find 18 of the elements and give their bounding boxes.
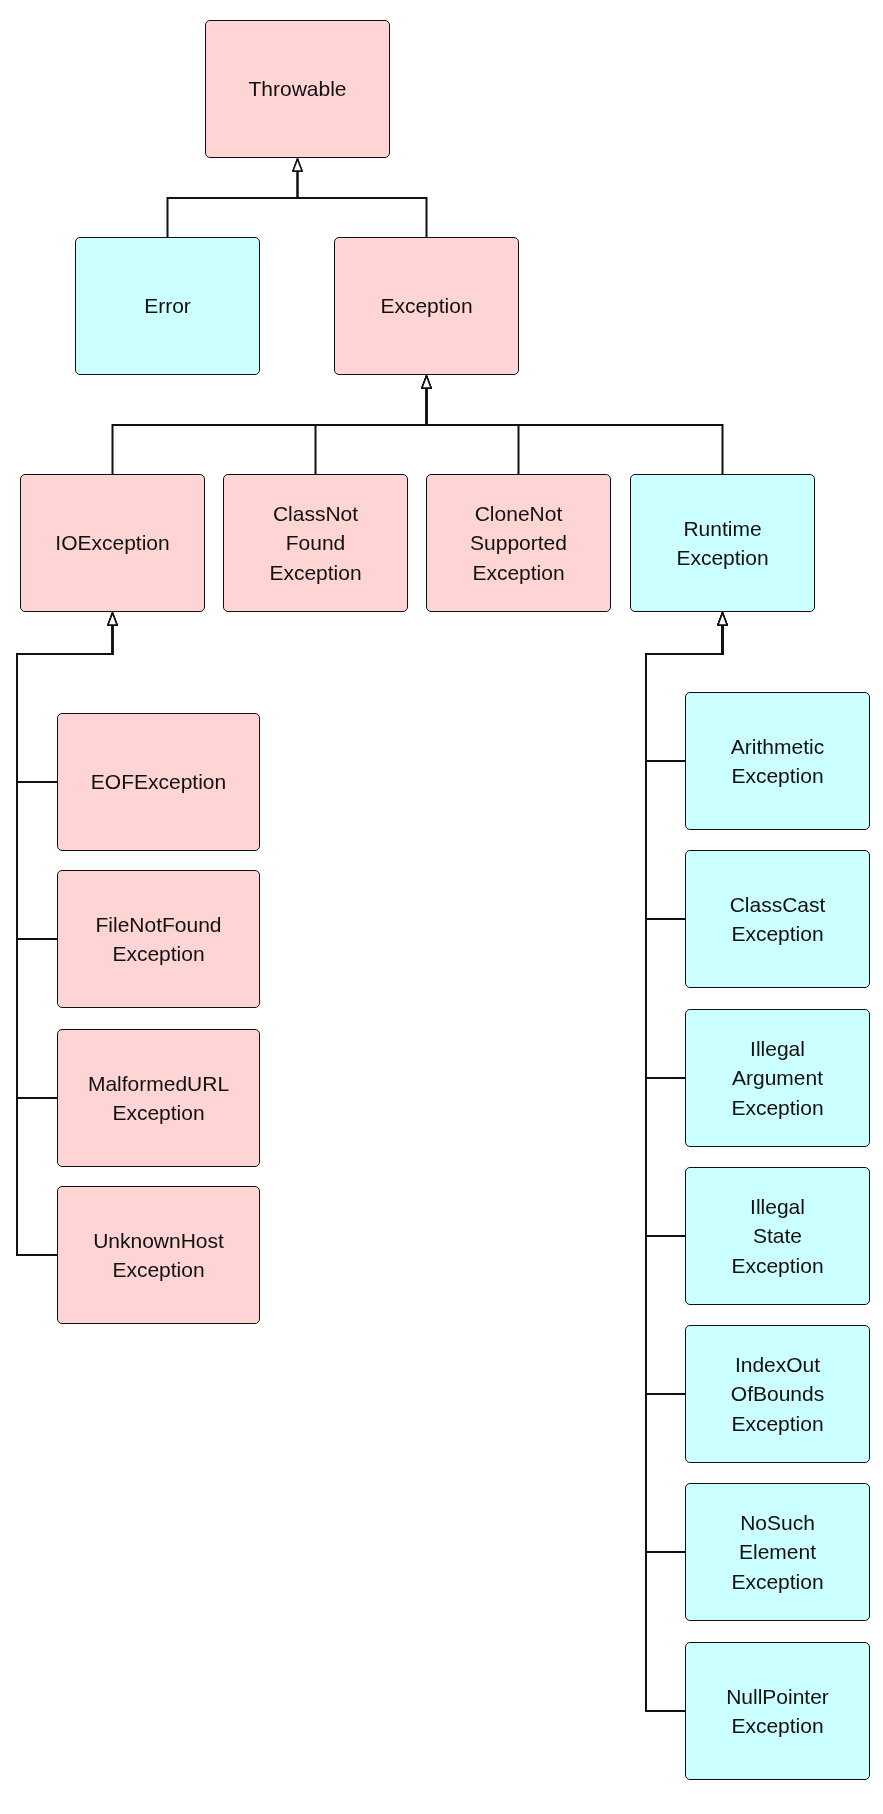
class-node: NoSuch Element Exception: [685, 1483, 870, 1621]
class-node: Illegal State Exception: [685, 1167, 870, 1305]
class-node: ClassCast Exception: [685, 850, 870, 988]
class-node: Exception: [334, 237, 519, 375]
class-node: MalformedURL Exception: [57, 1029, 260, 1167]
class-node: CloneNot Supported Exception: [426, 474, 611, 612]
class-node: Runtime Exception: [630, 474, 815, 612]
class-node: Arithmetic Exception: [685, 692, 870, 830]
class-node: ClassNot Found Exception: [223, 474, 408, 612]
class-node: FileNotFound Exception: [57, 870, 260, 1008]
class-node: Illegal Argument Exception: [685, 1009, 870, 1147]
class-node: EOFException: [57, 713, 260, 851]
class-node: IndexOut OfBounds Exception: [685, 1325, 870, 1463]
class-node: NullPointer Exception: [685, 1642, 870, 1780]
class-node: IOException: [20, 474, 205, 612]
class-node: Throwable: [205, 20, 390, 158]
class-node: Error: [75, 237, 260, 375]
class-node: UnknownHost Exception: [57, 1186, 260, 1324]
